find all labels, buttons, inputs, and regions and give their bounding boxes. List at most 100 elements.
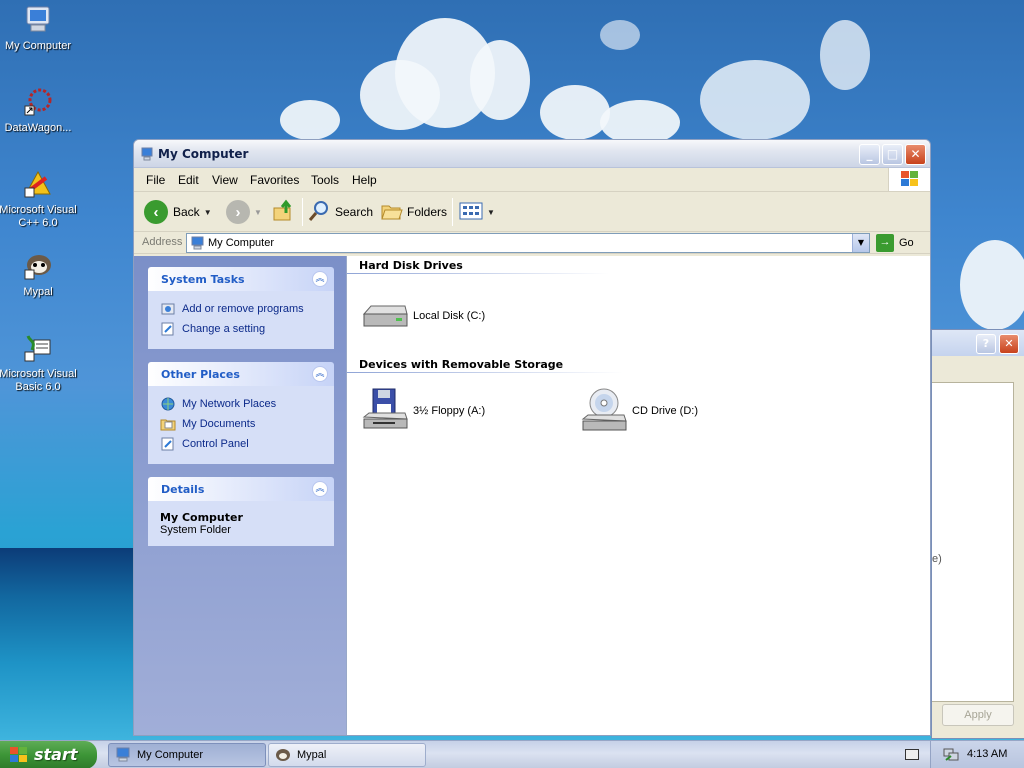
windows-logo-icon	[888, 168, 930, 191]
windows-flag-icon	[10, 747, 28, 763]
address-value: My Computer	[208, 237, 275, 249]
group-divider	[347, 372, 623, 373]
panel-header[interactable]: Other Places ︽	[148, 362, 334, 386]
keyboard-icon[interactable]	[905, 749, 919, 760]
forward-button[interactable]: › ▼	[226, 199, 262, 225]
folders-icon	[380, 199, 404, 226]
desktop-icon-mypal[interactable]: Mypal	[0, 250, 79, 299]
details-panel: Details ︽ My Computer System Folder	[148, 477, 334, 546]
up-button[interactable]	[272, 199, 296, 225]
programs-icon	[160, 301, 176, 317]
cloud	[960, 240, 1024, 330]
menu-help[interactable]: Help	[352, 173, 377, 187]
visual-cpp-icon	[22, 168, 54, 200]
up-folder-icon	[272, 199, 296, 226]
panel-header[interactable]: System Tasks ︽	[148, 267, 334, 291]
drive-label: Local Disk (C:)	[413, 310, 486, 322]
details-type: System Folder	[160, 524, 231, 536]
local-disk-c[interactable]: Local Disk (C:)	[361, 292, 485, 340]
address-input[interactable]: My Computer ▼	[186, 233, 870, 253]
maximize-button[interactable]: □	[882, 144, 903, 165]
menu-favorites[interactable]: Favorites	[250, 173, 299, 187]
cd-drive-icon	[580, 387, 628, 435]
address-dropdown-button[interactable]: ▼	[852, 234, 869, 252]
close-button[interactable]: ✕	[905, 144, 926, 165]
drive-label: CD Drive (D:)	[632, 405, 698, 417]
desktop-icon-label: DataWagon...	[4, 122, 72, 134]
desktop-icon-label: Microsoft Visual Basic 6.0	[0, 368, 77, 393]
network-places-icon	[160, 396, 176, 412]
my-network-places-link[interactable]: My Network Places	[160, 394, 324, 414]
control-panel-link[interactable]: Control Panel	[160, 434, 324, 454]
panel-header[interactable]: Details ︽	[148, 477, 334, 501]
settings-icon	[160, 321, 176, 337]
back-button[interactable]: ‹ Back ▼	[144, 199, 212, 225]
window-title: My Computer	[158, 147, 249, 161]
add-remove-programs-link[interactable]: Add or remove programs	[160, 299, 324, 319]
forward-arrow-icon: ›	[226, 200, 250, 224]
toolbar-separator	[452, 198, 453, 226]
group-divider	[347, 273, 609, 274]
details-name: My Computer	[160, 511, 243, 524]
datawagon-icon	[22, 86, 54, 118]
taskbar-item-mypal[interactable]: Mypal	[268, 743, 426, 767]
cloud	[600, 20, 640, 50]
collapse-chevron-icon[interactable]: ︽	[312, 481, 328, 497]
menu-edit[interactable]: Edit	[178, 173, 199, 187]
menu-tools[interactable]: Tools	[311, 173, 339, 187]
panel-title: Other Places	[161, 368, 240, 381]
panel-title: System Tasks	[161, 273, 245, 286]
change-setting-link[interactable]: Change a setting	[160, 319, 324, 339]
search-label: Search	[335, 205, 374, 219]
desktop-icon-my-computer[interactable]: My Computer	[0, 4, 79, 53]
dropdown-arrow-icon[interactable]: ▼	[204, 208, 212, 217]
clock[interactable]: 4:13 AM	[967, 748, 1007, 760]
desktop-icon-label: Mypal	[23, 286, 53, 298]
go-button[interactable]: → Go	[876, 234, 914, 252]
other-places-panel: Other Places ︽ My Network Places My Docu…	[148, 362, 334, 464]
visual-basic-icon	[22, 332, 54, 364]
floppy-drive-a[interactable]: 3½ Floppy (A:)	[361, 387, 485, 435]
background-dialog: ? ✕ e) Apply	[931, 329, 1024, 739]
folders-button[interactable]: Folders	[380, 199, 447, 225]
close-button[interactable]: ✕	[999, 334, 1019, 354]
dropdown-arrow-icon[interactable]: ▼	[254, 208, 262, 217]
cloud	[820, 20, 870, 90]
taskbar-item-my-computer[interactable]: My Computer	[108, 743, 266, 767]
panel-body: My Computer System Folder	[148, 501, 334, 546]
help-button[interactable]: ?	[976, 334, 996, 354]
menu-view[interactable]: View	[212, 173, 238, 187]
panel-body: Add or remove programs Change a setting	[148, 291, 334, 349]
start-button[interactable]: start	[0, 741, 97, 768]
system-tasks-panel: System Tasks ︽ Add or remove programs Ch…	[148, 267, 334, 349]
cloud	[470, 40, 530, 120]
desktop-icon-visual-cpp[interactable]: Microsoft Visual C++ 6.0	[0, 168, 79, 230]
toolbar-separator	[302, 198, 303, 226]
network-tray-icon[interactable]	[943, 746, 959, 765]
go-label: Go	[899, 237, 914, 249]
desktop-icon-visual-basic[interactable]: Microsoft Visual Basic 6.0	[0, 332, 79, 394]
views-button[interactable]: ▼	[459, 199, 495, 225]
drive-label: 3½ Floppy (A:)	[413, 405, 486, 417]
link-label: My Documents	[182, 418, 256, 430]
menu-file[interactable]: File	[146, 173, 165, 187]
documents-folder-icon	[160, 416, 176, 432]
my-documents-link[interactable]: My Documents	[160, 414, 324, 434]
file-view: Hard Disk Drives Local Disk (C:) Devices…	[346, 256, 930, 735]
link-label: Control Panel	[182, 438, 249, 450]
computer-icon	[191, 236, 204, 250]
apply-button[interactable]: Apply	[942, 704, 1014, 726]
back-arrow-icon: ‹	[144, 200, 168, 224]
computer-icon	[22, 4, 54, 36]
cd-drive-d[interactable]: CD Drive (D:)	[580, 387, 698, 435]
cloud	[540, 85, 610, 140]
panel-body: My Network Places My Documents Control P…	[148, 386, 334, 464]
collapse-chevron-icon[interactable]: ︽	[312, 366, 328, 382]
content-area: System Tasks ︽ Add or remove programs Ch…	[134, 256, 930, 735]
search-button[interactable]: Search	[307, 199, 373, 225]
explorer-window: My Computer _ □ ✕ File Edit View Favorit…	[133, 139, 931, 736]
title-bar[interactable]: My Computer _ □ ✕	[134, 140, 930, 168]
collapse-chevron-icon[interactable]: ︽	[312, 271, 328, 287]
minimize-button[interactable]: _	[859, 144, 880, 165]
desktop-icon-datawagon[interactable]: DataWagon...	[0, 86, 79, 135]
